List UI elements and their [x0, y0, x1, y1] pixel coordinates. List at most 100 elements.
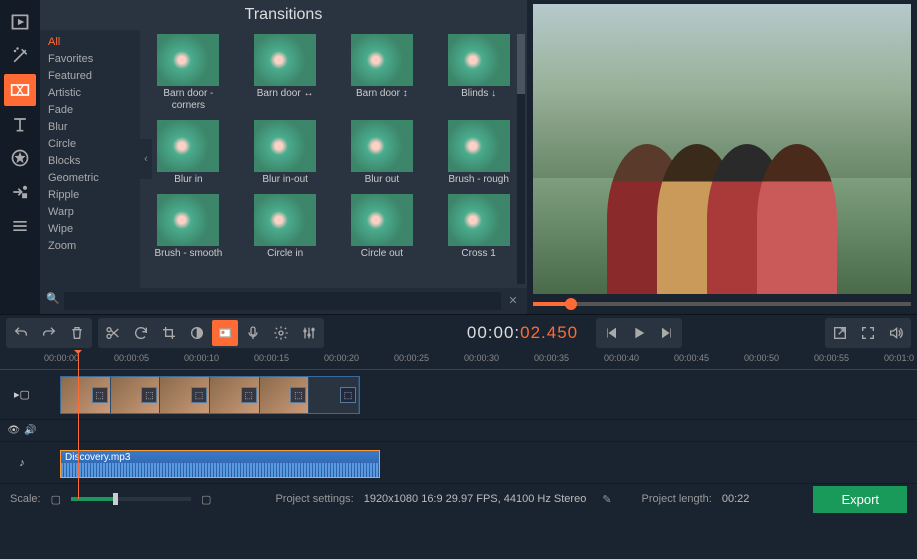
delete-button[interactable]: [64, 320, 90, 346]
ruler-mark: 00:00:30: [464, 353, 499, 363]
record-audio-button[interactable]: [240, 320, 266, 346]
video-clip[interactable]: ⬚ ⬚ ⬚ ⬚ ⬚ ⬚: [60, 376, 360, 414]
transition-item[interactable]: Cross 1: [438, 194, 519, 260]
transition-item[interactable]: Blur in-out: [245, 120, 326, 186]
ruler-mark: 00:00:20: [324, 353, 359, 363]
timeline: 00:00:0000:00:0500:00:1000:00:1500:00:20…: [0, 350, 917, 484]
transition-item[interactable]: Brush - smooth: [148, 194, 229, 260]
titles-tool-button[interactable]: [4, 108, 36, 140]
equalizer-button[interactable]: [296, 320, 322, 346]
color-adjust-button[interactable]: [184, 320, 210, 346]
preview-canvas[interactable]: [533, 4, 911, 294]
crop-button[interactable]: [156, 320, 182, 346]
transition-item[interactable]: Blinds ↓: [438, 34, 519, 112]
seek-bar[interactable]: [533, 302, 911, 306]
transition-badge-icon: ⬚: [290, 387, 306, 403]
audio-mute-icon[interactable]: 🔊: [24, 425, 36, 436]
effects-tool-button[interactable]: [4, 40, 36, 72]
prev-frame-button[interactable]: [598, 320, 624, 346]
ruler-mark: 00:00:55: [814, 353, 849, 363]
transition-badge-icon: ⬚: [340, 387, 356, 403]
undo-button[interactable]: [8, 320, 34, 346]
category-item[interactable]: Ripple: [48, 187, 132, 204]
export-button[interactable]: Export: [813, 486, 907, 513]
transitions-tool-button[interactable]: [4, 74, 36, 106]
play-button[interactable]: [626, 320, 652, 346]
visibility-icon[interactable]: 👁: [7, 425, 20, 436]
category-item[interactable]: All: [48, 34, 132, 51]
music-track-icon: ♪: [19, 457, 25, 469]
project-settings-value: 1920x1080 16:9 29.97 FPS, 44100 Hz Stere…: [364, 493, 587, 505]
video-track[interactable]: ▸▢ ⬚ ⬚ ⬚ ⬚ ⬚ ⬚: [0, 370, 917, 420]
transition-item[interactable]: Brush - rough: [438, 120, 519, 186]
transition-badge-icon: ⬚: [141, 387, 157, 403]
ruler-mark: 00:00:35: [534, 353, 569, 363]
ruler-mark: 00:00:40: [604, 353, 639, 363]
category-item[interactable]: Blocks: [48, 153, 132, 170]
transition-badge-icon: ⬚: [241, 387, 257, 403]
project-settings-label: Project settings:: [275, 493, 353, 505]
category-item[interactable]: Geometric: [48, 170, 132, 187]
category-item[interactable]: Blur: [48, 119, 132, 136]
video-track-icon: ▸▢: [14, 388, 30, 401]
category-item[interactable]: Featured: [48, 68, 132, 85]
transition-item[interactable]: Barn door ↕: [342, 34, 423, 112]
transition-item[interactable]: Blur in: [148, 120, 229, 186]
fullscreen-button[interactable]: [855, 320, 881, 346]
playhead[interactable]: [78, 350, 79, 499]
transitions-panel: Transitions AllFavoritesFeaturedArtistic…: [40, 0, 527, 314]
timeline-ruler[interactable]: 00:00:0000:00:0500:00:1000:00:1500:00:20…: [0, 350, 917, 370]
status-bar: Scale: ▢ ▢ Project settings: 1920x1080 1…: [0, 484, 917, 514]
left-toolbar: [0, 0, 40, 314]
transition-item[interactable]: Circle out: [342, 194, 423, 260]
category-item[interactable]: Zoom: [48, 238, 132, 255]
main-toolbar: 00:00:02.450: [0, 314, 917, 350]
panel-title: Transitions: [40, 0, 527, 30]
clip-properties-button[interactable]: [212, 320, 238, 346]
transitions-grid: Barn door - cornersBarn door ↔Barn door …: [148, 34, 519, 260]
zoom-in-icon[interactable]: ▢: [201, 493, 211, 506]
callouts-tool-button[interactable]: [4, 176, 36, 208]
transition-item[interactable]: Barn door ↔: [245, 34, 326, 112]
category-item[interactable]: Favorites: [48, 51, 132, 68]
ruler-mark: 00:00:50: [744, 353, 779, 363]
rotate-button[interactable]: [128, 320, 154, 346]
transition-item[interactable]: Blur out: [342, 120, 423, 186]
ruler-mark: 00:00:45: [674, 353, 709, 363]
timecode-display: 00:00:02.450: [467, 323, 578, 343]
ruler-mark: 00:00:25: [394, 353, 429, 363]
more-tool-button[interactable]: [4, 210, 36, 242]
volume-button[interactable]: [883, 320, 909, 346]
zoom-out-icon[interactable]: ▢: [51, 493, 61, 506]
link-track: 👁🔊: [0, 420, 917, 442]
category-item[interactable]: Artistic: [48, 85, 132, 102]
detach-preview-button[interactable]: [827, 320, 853, 346]
search-input[interactable]: [64, 292, 501, 310]
category-item[interactable]: Fade: [48, 102, 132, 119]
transition-item[interactable]: Circle in: [245, 194, 326, 260]
category-item[interactable]: Warp: [48, 204, 132, 221]
stickers-tool-button[interactable]: [4, 142, 36, 174]
scrollbar[interactable]: [517, 34, 525, 284]
audio-track[interactable]: ♪ Discovery.mp3: [0, 442, 917, 484]
transition-item[interactable]: Barn door - corners: [148, 34, 229, 112]
collapse-categories-button[interactable]: ‹: [140, 139, 152, 179]
scale-slider[interactable]: [71, 497, 191, 501]
media-tool-button[interactable]: [4, 6, 36, 38]
transition-badge-icon: ⬚: [92, 387, 108, 403]
redo-button[interactable]: [36, 320, 62, 346]
settings-button[interactable]: [268, 320, 294, 346]
audio-clip[interactable]: Discovery.mp3: [60, 450, 380, 478]
clear-search-button[interactable]: ✕: [505, 292, 521, 308]
search-icon: 🔍: [46, 292, 60, 310]
audio-clip-label: Discovery.mp3: [65, 452, 130, 463]
ruler-mark: 00:00:10: [184, 353, 219, 363]
edit-settings-button[interactable]: ✎: [602, 493, 611, 506]
category-item[interactable]: Wipe: [48, 221, 132, 238]
transition-badge-icon: ⬚: [191, 387, 207, 403]
ruler-mark: 00:01:0: [884, 353, 914, 363]
next-frame-button[interactable]: [654, 320, 680, 346]
scale-label: Scale:: [10, 493, 41, 505]
category-item[interactable]: Circle: [48, 136, 132, 153]
split-button[interactable]: [100, 320, 126, 346]
